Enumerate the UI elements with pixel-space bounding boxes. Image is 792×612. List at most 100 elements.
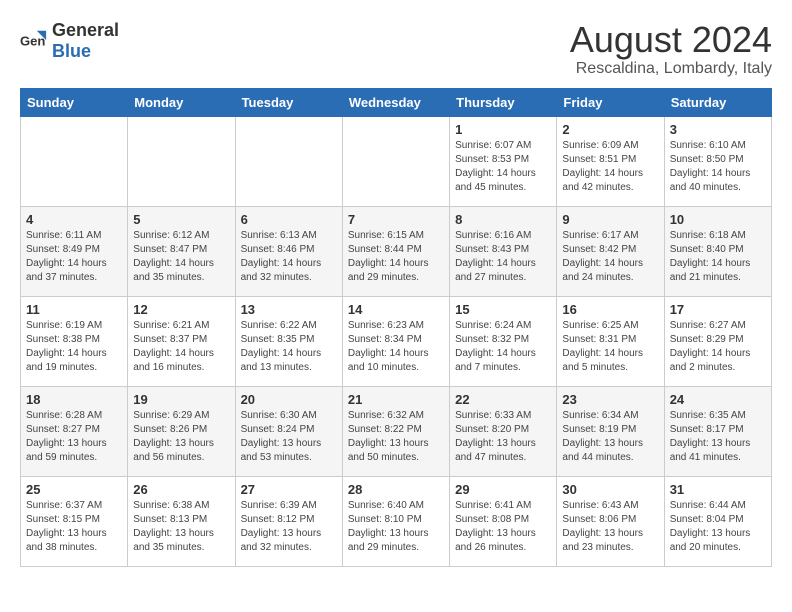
day-info-1: Sunrise: 6:07 AM Sunset: 8:53 PM Dayligh… bbox=[455, 139, 551, 195]
day-number-14: 14 bbox=[348, 302, 444, 317]
day-info-30: Sunrise: 6:43 AM Sunset: 8:06 PM Dayligh… bbox=[562, 499, 658, 555]
cell-w1-d3 bbox=[342, 116, 449, 206]
day-number-9: 9 bbox=[562, 212, 658, 227]
logo-icon: Gen bbox=[20, 27, 48, 55]
day-info-20: Sunrise: 6:30 AM Sunset: 8:24 PM Dayligh… bbox=[241, 409, 337, 465]
cell-w3-d6: 17Sunrise: 6:27 AM Sunset: 8:29 PM Dayli… bbox=[664, 296, 771, 386]
header-row: Sunday Monday Tuesday Wednesday Thursday… bbox=[21, 88, 772, 116]
day-info-7: Sunrise: 6:15 AM Sunset: 8:44 PM Dayligh… bbox=[348, 229, 444, 285]
day-info-12: Sunrise: 6:21 AM Sunset: 8:37 PM Dayligh… bbox=[133, 319, 229, 375]
cell-w1-d1 bbox=[128, 116, 235, 206]
cell-w1-d5: 2 Sunrise: 6:09 AM Sunset: 8:51 PM Daylig… bbox=[557, 116, 664, 206]
cell-w5-d0: 25 Sunrise: 6:37 AM Sunset: 8:15 PM Dayli… bbox=[21, 476, 128, 566]
day-info-26: Sunrise: 6:38 AM Sunset: 8:13 PM Dayligh… bbox=[133, 499, 229, 555]
day-number-27: 27 bbox=[241, 482, 337, 497]
day-number-2: 2 bbox=[562, 122, 658, 137]
title-area: August 2024 Rescaldina, Lombardy, Italy bbox=[570, 20, 772, 78]
week-row-2: 4 Sunrise: 6:11 AM Sunset: 8:49 PM Daylig… bbox=[21, 206, 772, 296]
day-number-6: 6 bbox=[241, 212, 337, 227]
col-saturday: Saturday bbox=[664, 88, 771, 116]
cell-w1-d2 bbox=[235, 116, 342, 206]
cell-w3-d1: 12 Sunrise: 6:21 AM Sunset: 8:37 PM Dayli… bbox=[128, 296, 235, 386]
cell-w4-d0: 18 Sunrise: 6:28 AM Sunset: 8:27 PM Dayli… bbox=[21, 386, 128, 476]
cell-w5-d4: 29 Sunrise: 6:41 AM Sunset: 8:08 PM Dayli… bbox=[450, 476, 557, 566]
cell-w5-d6: 31Sunrise: 6:44 AM Sunset: 8:04 PM Dayli… bbox=[664, 476, 771, 566]
day-info-16: Sunrise: 6:25 AM Sunset: 8:31 PM Dayligh… bbox=[562, 319, 658, 375]
col-sunday: Sunday bbox=[21, 88, 128, 116]
cell-w2-d0: 4 Sunrise: 6:11 AM Sunset: 8:49 PM Daylig… bbox=[21, 206, 128, 296]
day-number-4: 4 bbox=[26, 212, 122, 227]
cell-w1-d6: 3 Sunrise: 6:10 AM Sunset: 8:50 PM Daylig… bbox=[664, 116, 771, 206]
cell-w3-d0: 11 Sunrise: 6:19 AM Sunset: 8:38 PM Dayli… bbox=[21, 296, 128, 386]
day-number-18: 18 bbox=[26, 392, 122, 407]
cell-w5-d2: 27 Sunrise: 6:39 AM Sunset: 8:12 PM Dayli… bbox=[235, 476, 342, 566]
day-info-22: Sunrise: 6:33 AM Sunset: 8:20 PM Dayligh… bbox=[455, 409, 551, 465]
day-info-4: Sunrise: 6:11 AM Sunset: 8:49 PM Dayligh… bbox=[26, 229, 122, 285]
day-number-3: 3 bbox=[670, 122, 766, 137]
cell-w3-d4: 15Sunrise: 6:24 AM Sunset: 8:32 PM Dayli… bbox=[450, 296, 557, 386]
day-info-21: Sunrise: 6:32 AM Sunset: 8:22 PM Dayligh… bbox=[348, 409, 444, 465]
day-number-7: 7 bbox=[348, 212, 444, 227]
cell-w4-d5: 23Sunrise: 6:34 AM Sunset: 8:19 PM Dayli… bbox=[557, 386, 664, 476]
day-number-28: 28 bbox=[348, 482, 444, 497]
day-number-12: 12 bbox=[133, 302, 229, 317]
day-number-17: 17 bbox=[670, 302, 766, 317]
day-info-9: Sunrise: 6:17 AM Sunset: 8:42 PM Dayligh… bbox=[562, 229, 658, 285]
day-number-19: 19 bbox=[133, 392, 229, 407]
day-info-24: Sunrise: 6:35 AM Sunset: 8:17 PM Dayligh… bbox=[670, 409, 766, 465]
col-monday: Monday bbox=[128, 88, 235, 116]
cell-w2-d5: 9 Sunrise: 6:17 AM Sunset: 8:42 PM Daylig… bbox=[557, 206, 664, 296]
cell-w4-d3: 21Sunrise: 6:32 AM Sunset: 8:22 PM Dayli… bbox=[342, 386, 449, 476]
col-friday: Friday bbox=[557, 88, 664, 116]
month-title: August 2024 bbox=[570, 20, 772, 60]
day-info-3: Sunrise: 6:10 AM Sunset: 8:50 PM Dayligh… bbox=[670, 139, 766, 195]
day-number-23: 23 bbox=[562, 392, 658, 407]
day-number-20: 20 bbox=[241, 392, 337, 407]
calendar-header: Sunday Monday Tuesday Wednesday Thursday… bbox=[21, 88, 772, 116]
week-row-5: 25 Sunrise: 6:37 AM Sunset: 8:15 PM Dayli… bbox=[21, 476, 772, 566]
cell-w4-d2: 20 Sunrise: 6:30 AM Sunset: 8:24 PM Dayli… bbox=[235, 386, 342, 476]
cell-w4-d6: 24Sunrise: 6:35 AM Sunset: 8:17 PM Dayli… bbox=[664, 386, 771, 476]
logo-blue: Blue bbox=[52, 41, 91, 61]
day-info-25: Sunrise: 6:37 AM Sunset: 8:15 PM Dayligh… bbox=[26, 499, 122, 555]
cell-w3-d5: 16 Sunrise: 6:25 AM Sunset: 8:31 PM Dayli… bbox=[557, 296, 664, 386]
week-row-1: 1Sunrise: 6:07 AM Sunset: 8:53 PM Daylig… bbox=[21, 116, 772, 206]
logo-text: General Blue bbox=[52, 20, 119, 62]
svg-text:Gen: Gen bbox=[20, 34, 45, 49]
day-number-29: 29 bbox=[455, 482, 551, 497]
day-number-5: 5 bbox=[133, 212, 229, 227]
day-number-8: 8 bbox=[455, 212, 551, 227]
cell-w2-d3: 7 Sunrise: 6:15 AM Sunset: 8:44 PM Daylig… bbox=[342, 206, 449, 296]
day-info-2: Sunrise: 6:09 AM Sunset: 8:51 PM Dayligh… bbox=[562, 139, 658, 195]
day-number-31: 31 bbox=[670, 482, 766, 497]
day-info-29: Sunrise: 6:41 AM Sunset: 8:08 PM Dayligh… bbox=[455, 499, 551, 555]
day-info-11: Sunrise: 6:19 AM Sunset: 8:38 PM Dayligh… bbox=[26, 319, 122, 375]
day-info-27: Sunrise: 6:39 AM Sunset: 8:12 PM Dayligh… bbox=[241, 499, 337, 555]
cell-w2-d4: 8 Sunrise: 6:16 AM Sunset: 8:43 PM Daylig… bbox=[450, 206, 557, 296]
day-number-26: 26 bbox=[133, 482, 229, 497]
day-number-22: 22 bbox=[455, 392, 551, 407]
day-number-11: 11 bbox=[26, 302, 122, 317]
logo: Gen General Blue bbox=[20, 20, 119, 62]
cell-w3-d3: 14 Sunrise: 6:23 AM Sunset: 8:34 PM Dayli… bbox=[342, 296, 449, 386]
day-info-8: Sunrise: 6:16 AM Sunset: 8:43 PM Dayligh… bbox=[455, 229, 551, 285]
day-info-6: Sunrise: 6:13 AM Sunset: 8:46 PM Dayligh… bbox=[241, 229, 337, 285]
cell-w2-d6: 10Sunrise: 6:18 AM Sunset: 8:40 PM Dayli… bbox=[664, 206, 771, 296]
week-row-4: 18 Sunrise: 6:28 AM Sunset: 8:27 PM Dayli… bbox=[21, 386, 772, 476]
day-info-13: Sunrise: 6:22 AM Sunset: 8:35 PM Dayligh… bbox=[241, 319, 337, 375]
cell-w3-d2: 13Sunrise: 6:22 AM Sunset: 8:35 PM Dayli… bbox=[235, 296, 342, 386]
day-number-10: 10 bbox=[670, 212, 766, 227]
week-row-3: 11 Sunrise: 6:19 AM Sunset: 8:38 PM Dayli… bbox=[21, 296, 772, 386]
day-info-28: Sunrise: 6:40 AM Sunset: 8:10 PM Dayligh… bbox=[348, 499, 444, 555]
day-number-30: 30 bbox=[562, 482, 658, 497]
cell-w4-d4: 22 Sunrise: 6:33 AM Sunset: 8:20 PM Dayli… bbox=[450, 386, 557, 476]
cell-w1-d4: 1Sunrise: 6:07 AM Sunset: 8:53 PM Daylig… bbox=[450, 116, 557, 206]
logo-general: General bbox=[52, 20, 119, 40]
day-number-25: 25 bbox=[26, 482, 122, 497]
location-title: Rescaldina, Lombardy, Italy bbox=[570, 60, 772, 78]
day-info-18: Sunrise: 6:28 AM Sunset: 8:27 PM Dayligh… bbox=[26, 409, 122, 465]
day-number-16: 16 bbox=[562, 302, 658, 317]
cell-w5-d3: 28 Sunrise: 6:40 AM Sunset: 8:10 PM Dayli… bbox=[342, 476, 449, 566]
day-info-14: Sunrise: 6:23 AM Sunset: 8:34 PM Dayligh… bbox=[348, 319, 444, 375]
cell-w5-d1: 26 Sunrise: 6:38 AM Sunset: 8:13 PM Dayli… bbox=[128, 476, 235, 566]
